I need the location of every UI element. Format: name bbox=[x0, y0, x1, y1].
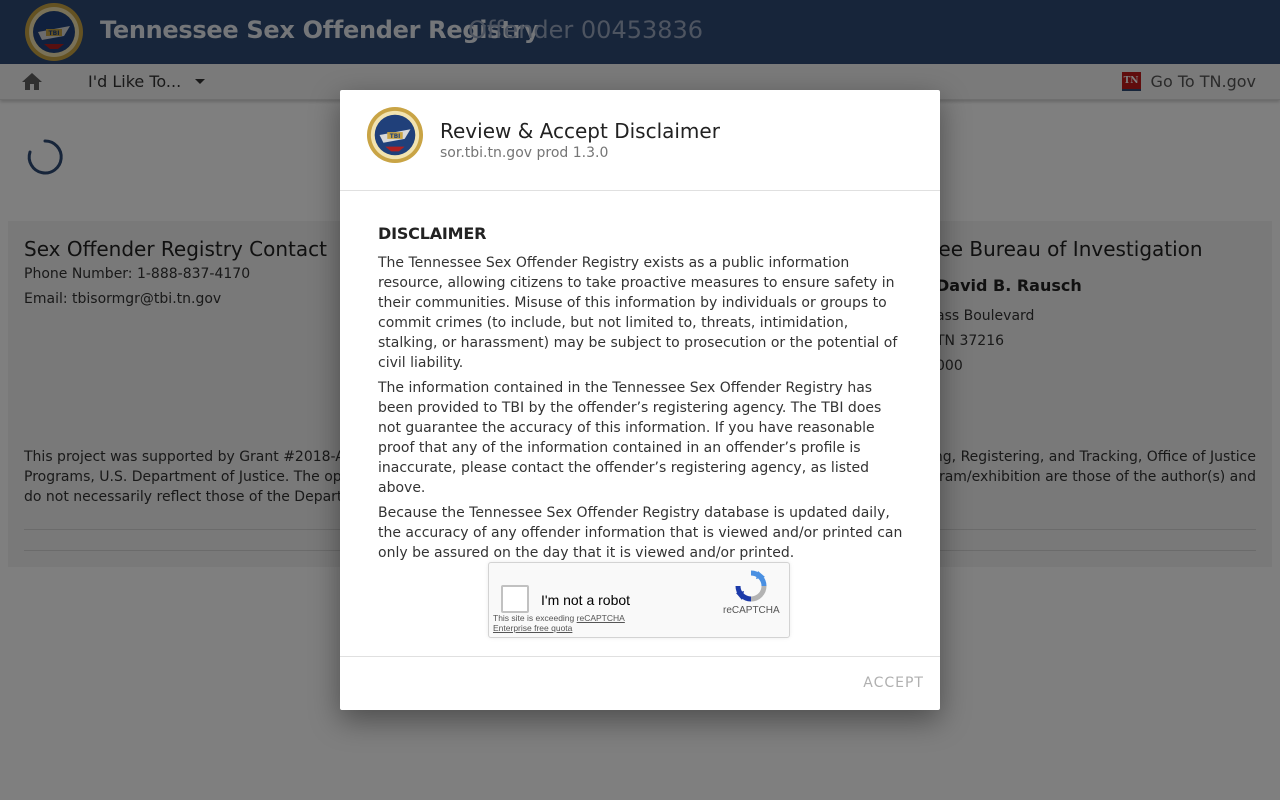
disclaimer-paragraph: The information contained in the Tenness… bbox=[378, 380, 882, 496]
tbi-seal-icon: TBI bbox=[366, 106, 424, 164]
dialog-header: TBI Review & Accept Disclaimer sor.tbi.t… bbox=[340, 90, 940, 191]
recaptcha-widget: I'm not a robot reCAPTCHA This site is e… bbox=[488, 562, 790, 638]
dialog-version: sor.tbi.tn.gov prod 1.3.0 bbox=[440, 145, 609, 161]
svg-text:TBI: TBI bbox=[390, 134, 401, 140]
accept-button[interactable]: ACCEPT bbox=[863, 675, 924, 691]
recaptcha-quota-notice: This site is exceeding reCAPTCHA Enterpr… bbox=[493, 613, 643, 633]
disclaimer-paragraph: Because the Tennessee Sex Offender Regis… bbox=[378, 505, 903, 561]
quota-prefix: This site is exceeding bbox=[493, 613, 575, 623]
dialog-actions: ACCEPT bbox=[340, 656, 940, 710]
disclaimer-dialog: TBI Review & Accept Disclaimer sor.tbi.t… bbox=[340, 90, 940, 710]
dialog-title: Review & Accept Disclaimer bbox=[440, 119, 720, 143]
recaptcha-brand: reCAPTCHA bbox=[723, 605, 780, 616]
recaptcha-checkbox[interactable] bbox=[501, 585, 529, 613]
recaptcha-label: I'm not a robot bbox=[541, 592, 631, 608]
disclaimer-heading: DISCLAIMER bbox=[378, 224, 487, 243]
disclaimer-paragraph: The Tennessee Sex Offender Registry exis… bbox=[378, 255, 898, 371]
recaptcha-logo-icon bbox=[735, 570, 767, 602]
dialog-body: DISCLAIMER The Tennessee Sex Offender Re… bbox=[378, 224, 904, 568]
